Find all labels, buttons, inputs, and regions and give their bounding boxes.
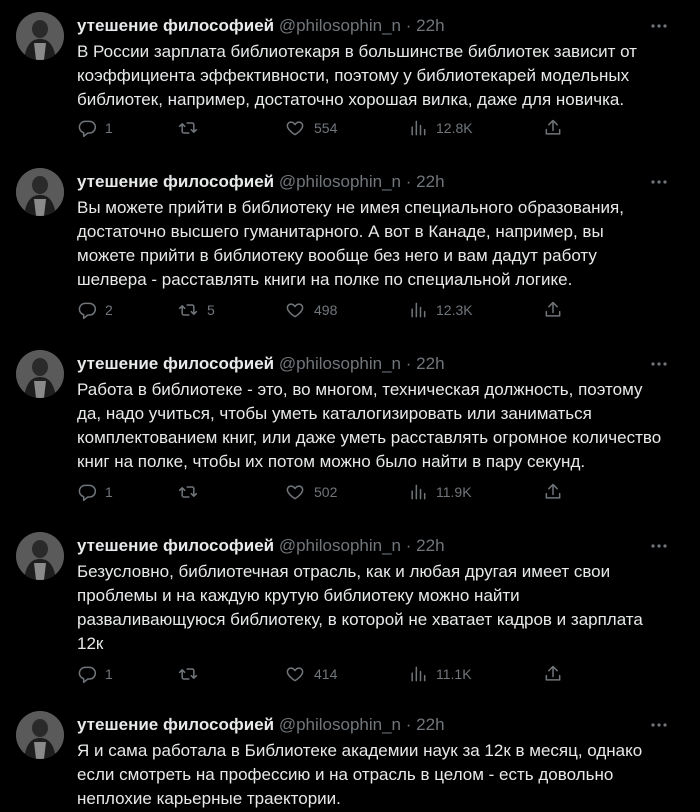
reply-count: 1 [105, 666, 113, 682]
reply-icon [77, 118, 97, 138]
timestamp[interactable]: 22h [416, 715, 444, 734]
author-handle[interactable]: @philosophin_n [279, 172, 401, 191]
separator-dot: · [405, 354, 412, 373]
reply-count: 1 [105, 120, 113, 136]
like-count: 502 [314, 484, 338, 500]
views-count: 12.3K [436, 302, 473, 318]
views-count: 11.9K [436, 484, 472, 500]
reply-button[interactable]: 1 [77, 116, 113, 140]
retweet-icon [177, 118, 199, 138]
tweet-header: утешение философией @philosophin_n · 22h [77, 171, 445, 193]
action-bar: 1 554 12.8K [77, 116, 677, 140]
views-icon [408, 664, 428, 684]
reply-icon [77, 664, 97, 684]
tweet-header: утешение философией @philosophin_n · 22h [77, 535, 445, 557]
tweet-text: Работа в библиотеке - это, во многом, те… [77, 380, 662, 471]
separator-dot: · [405, 172, 412, 191]
share-button[interactable] [543, 116, 563, 140]
author-name[interactable]: утешение философией [77, 715, 274, 734]
like-count: 554 [314, 120, 338, 136]
tweet-text: Безусловно, библиотечная отрасль, как и … [77, 562, 643, 653]
author-handle[interactable]: @philosophin_n [279, 354, 401, 373]
like-count: 498 [314, 302, 338, 318]
views-count: 11.1K [436, 666, 472, 682]
retweet-count: 5 [207, 302, 215, 318]
author-handle[interactable]: @philosophin_n [279, 16, 401, 35]
retweet-button[interactable] [177, 480, 207, 504]
action-bar: 1 414 11.1K [77, 662, 677, 686]
retweet-icon [177, 300, 199, 320]
reply-icon [77, 300, 97, 320]
heart-icon [284, 300, 306, 320]
timestamp[interactable]: 22h [416, 536, 444, 555]
heart-icon [284, 664, 306, 684]
tweet-header: утешение философией @philosophin_n · 22h [77, 15, 445, 37]
like-button[interactable]: 414 [284, 662, 337, 686]
more-icon[interactable] [648, 16, 670, 36]
like-button[interactable]: 498 [284, 298, 337, 322]
like-count: 414 [314, 666, 338, 682]
like-button[interactable]: 554 [284, 116, 337, 140]
tweet-text: Вы можете прийти в библиотеку не имея сп… [77, 198, 624, 289]
tweet-text: Я и сама работала в Библиотеке академии … [77, 741, 643, 808]
separator-dot: · [405, 715, 412, 734]
more-icon[interactable] [648, 354, 670, 374]
more-icon[interactable] [648, 536, 670, 556]
views-count: 12.8K [436, 120, 473, 136]
author-name[interactable]: утешение философией [77, 536, 274, 555]
retweet-button[interactable]: 5 [177, 298, 215, 322]
author-name[interactable]: утешение философией [77, 354, 274, 373]
share-button[interactable] [543, 298, 563, 322]
tweet-text: В России зарплата библиотекаря в большин… [77, 42, 637, 109]
timestamp[interactable]: 22h [416, 172, 444, 191]
author-name[interactable]: утешение философией [77, 16, 274, 35]
reply-count: 2 [105, 302, 113, 318]
author-handle[interactable]: @philosophin_n [279, 536, 401, 555]
avatar[interactable] [16, 350, 64, 398]
author-name[interactable]: утешение философией [77, 172, 274, 191]
share-icon [543, 482, 563, 502]
timestamp[interactable]: 22h [416, 354, 444, 373]
avatar[interactable] [16, 532, 64, 580]
action-bar: 2 5 498 12.3K [77, 298, 677, 322]
reply-icon [77, 482, 97, 502]
views-button[interactable]: 11.1K [408, 662, 472, 686]
views-button[interactable]: 11.9K [408, 480, 472, 504]
tweet-header: утешение философией @philosophin_n · 22h [77, 714, 445, 736]
heart-icon [284, 482, 306, 502]
reply-button[interactable]: 1 [77, 480, 113, 504]
retweet-button[interactable] [177, 116, 207, 140]
share-icon [543, 664, 563, 684]
share-button[interactable] [543, 480, 563, 504]
retweet-icon [177, 664, 199, 684]
separator-dot: · [405, 16, 412, 35]
author-handle[interactable]: @philosophin_n [279, 715, 401, 734]
share-button[interactable] [543, 662, 563, 686]
reply-button[interactable]: 2 [77, 298, 113, 322]
heart-icon [284, 118, 306, 138]
share-icon [543, 300, 563, 320]
share-icon [543, 118, 563, 138]
separator-dot: · [405, 536, 412, 555]
reply-count: 1 [105, 484, 113, 500]
views-button[interactable]: 12.3K [408, 298, 473, 322]
action-bar: 1 502 11.9K [77, 480, 677, 504]
views-icon [408, 482, 428, 502]
retweet-icon [177, 482, 199, 502]
tweet-header: утешение философией @philosophin_n · 22h [77, 353, 445, 375]
like-button[interactable]: 502 [284, 480, 337, 504]
views-icon [408, 118, 428, 138]
more-icon[interactable] [648, 715, 670, 735]
avatar[interactable] [16, 711, 64, 759]
retweet-button[interactable] [177, 662, 207, 686]
avatar[interactable] [16, 168, 64, 216]
more-icon[interactable] [648, 172, 670, 192]
timestamp[interactable]: 22h [416, 16, 444, 35]
views-icon [408, 300, 428, 320]
reply-button[interactable]: 1 [77, 662, 113, 686]
views-button[interactable]: 12.8K [408, 116, 473, 140]
avatar[interactable] [16, 12, 64, 60]
